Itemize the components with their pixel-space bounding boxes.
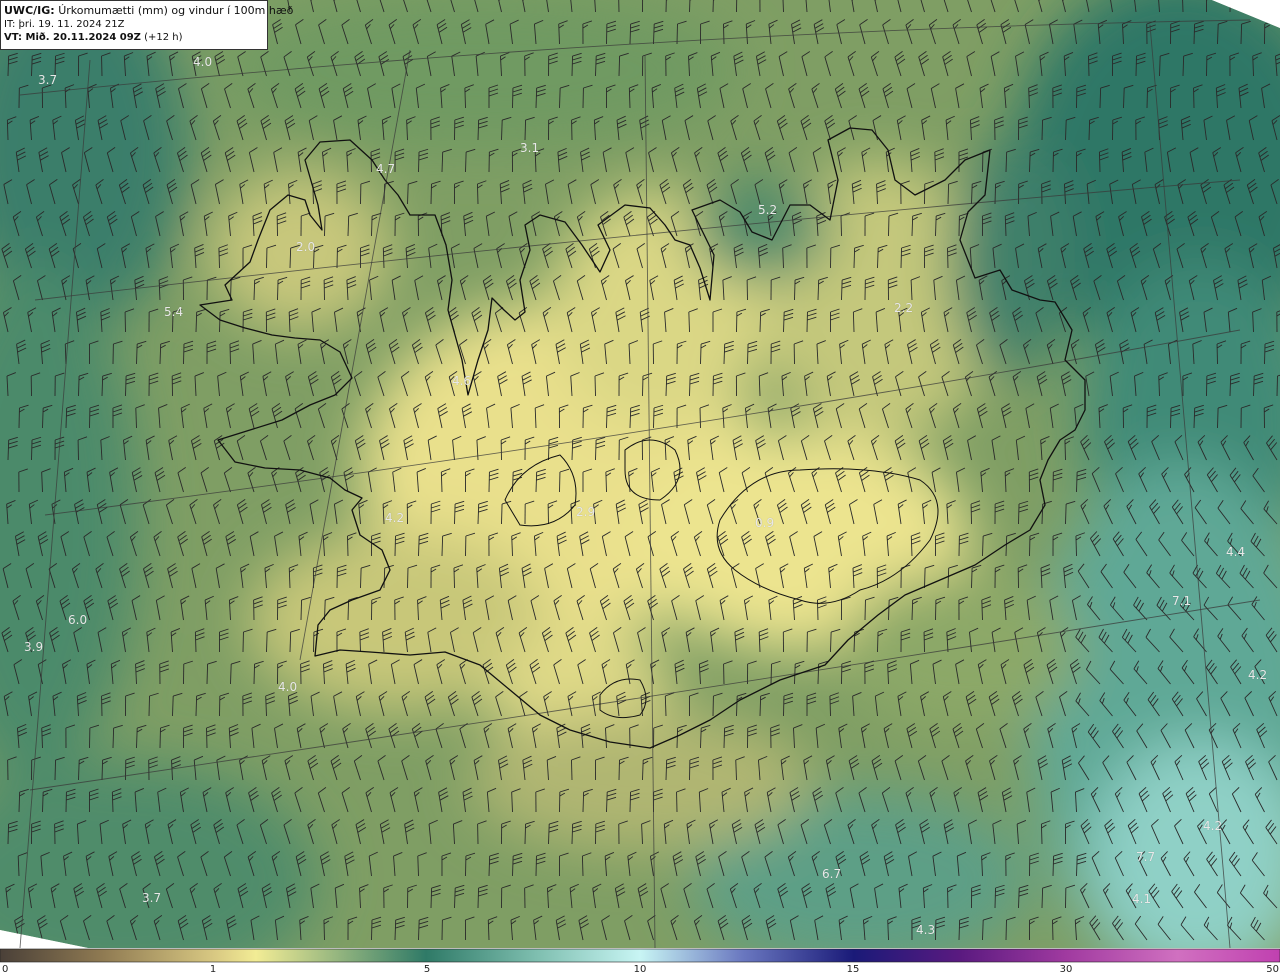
value-label: 3.7 xyxy=(38,73,58,87)
colorbar-tick: 10 xyxy=(633,964,647,975)
product-code: UWC/IG: xyxy=(4,4,55,17)
valid-offset: (+12 h) xyxy=(144,32,183,44)
value-label: 5.4 xyxy=(164,305,184,319)
value-label: 4.0 xyxy=(278,680,298,694)
colorbar-tick: 5 xyxy=(423,964,431,975)
value-label: 4.2 xyxy=(1248,668,1268,682)
value-label: 3.7 xyxy=(142,891,162,905)
value-label: 5.2 xyxy=(758,203,778,217)
value-label: 6.7 xyxy=(822,867,842,881)
value-label: 4.1 xyxy=(1132,892,1152,906)
map-figure: 3.7 4.0 3.1 4.7 5.2 2.0 5.4 2.2 4.6 4.2 2.9 0.9 6.0 3… xyxy=(0,0,1280,978)
value-label: 4.6 xyxy=(452,374,472,388)
valid-time-line: VT: Mið. 20.11.2024 09Z (+12 h) xyxy=(4,31,264,44)
valid-time: VT: Mið. 20.11.2024 09Z xyxy=(4,32,141,44)
value-label: 0.9 xyxy=(755,516,775,530)
value-label: 2.2 xyxy=(894,301,914,315)
value-label: 7.1 xyxy=(1172,594,1192,608)
value-label: 4.7 xyxy=(376,162,396,176)
colorbar-tick: 15 xyxy=(846,964,860,975)
value-label: 3.1 xyxy=(520,141,540,155)
colorbar-tick: 0 xyxy=(2,964,9,975)
value-label: 4.2 xyxy=(385,511,405,525)
value-label: 4.4 xyxy=(1226,545,1246,559)
map-canvas xyxy=(0,0,1280,963)
value-label: 2.0 xyxy=(296,240,316,254)
colorbar-tick: 30 xyxy=(1059,964,1073,975)
value-label: 4.3 xyxy=(916,923,936,937)
value-label: 7.7 xyxy=(1136,850,1156,864)
title-line: UWC/IG: Úrkomumætti (mm) og vindur í 100… xyxy=(4,4,293,18)
init-time: IT: þri. 19. 11. 2024 21Z xyxy=(4,19,125,31)
value-label: 3.9 xyxy=(24,640,44,654)
colorbar-tick: 1 xyxy=(209,964,217,975)
colorbar-tick: 50 xyxy=(1266,964,1279,975)
value-label: 4.2 xyxy=(1203,819,1223,833)
value-label: 2.9 xyxy=(576,505,596,519)
info-box: UWC/IG: Úrkomumætti (mm) og vindur í 100… xyxy=(0,0,293,50)
value-label: 4.0 xyxy=(193,55,213,69)
map-title: Úrkomumætti (mm) og vindur í 100m hæð xyxy=(58,4,294,17)
precipitation-field xyxy=(0,0,1280,948)
value-label: 6.0 xyxy=(68,613,88,627)
colorbar-ticks: 0 1 5 10 15 30 50 xyxy=(0,962,1280,978)
colorbar xyxy=(0,948,1280,963)
